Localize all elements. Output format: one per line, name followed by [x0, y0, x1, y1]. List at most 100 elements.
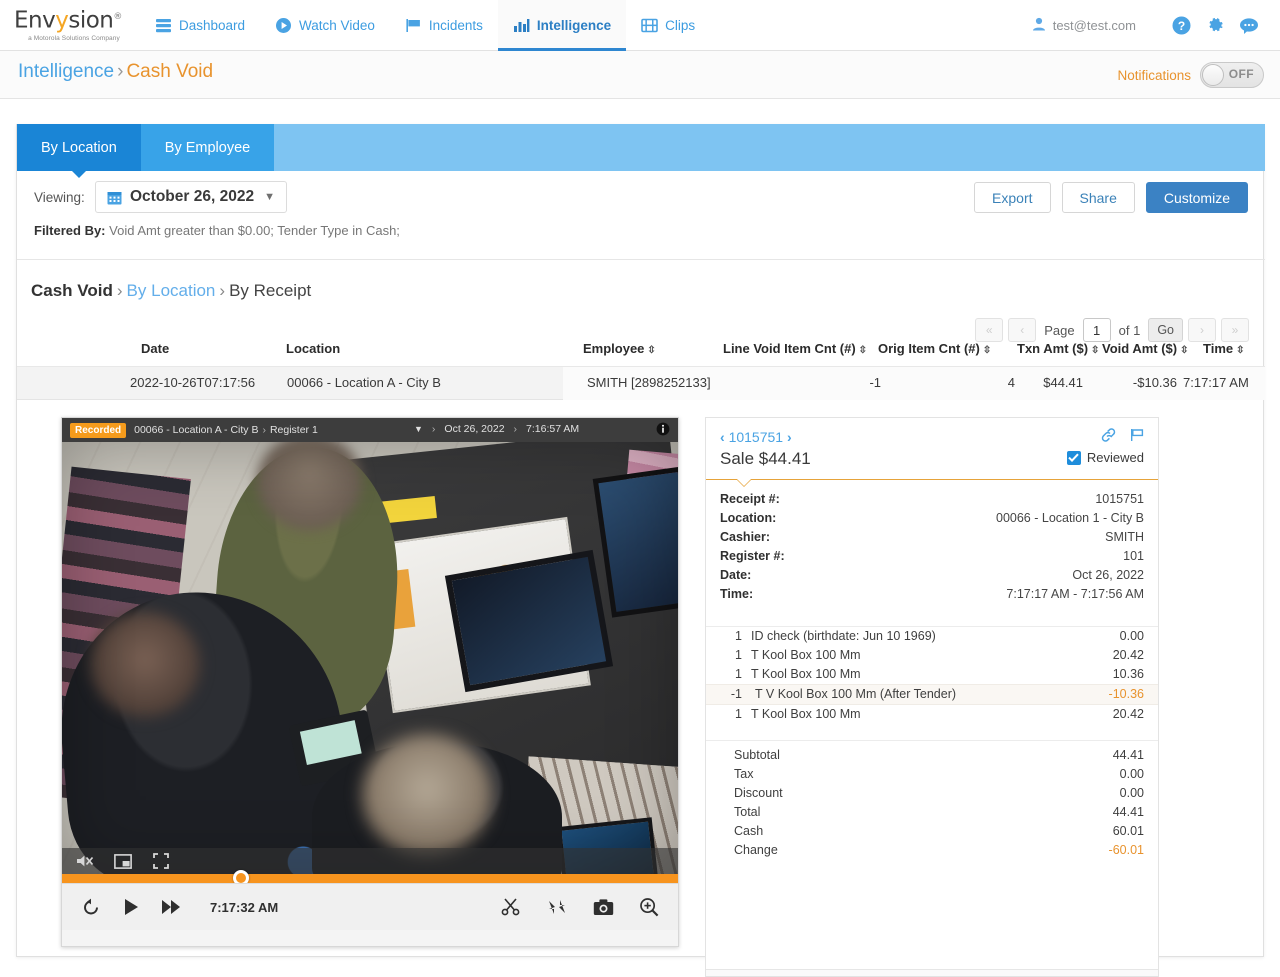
column-header-employee[interactable]: Employee ⇳ — [583, 341, 656, 356]
zoom-in-icon[interactable] — [636, 894, 662, 920]
line-qty: 1 — [735, 629, 742, 643]
reviewed-checkbox[interactable]: Reviewed — [1066, 450, 1144, 465]
pager-of-label: of 1 — [1118, 322, 1141, 338]
main-nav: Dashboard Watch Video Incidents Intellig… — [140, 0, 710, 51]
line-name: T Kool Box 100 Mm — [751, 667, 861, 681]
breadcrumb-bar: Intelligence › Cash Void Notifications OFF — [0, 51, 1280, 99]
nav-item-dashboard[interactable]: Dashboard — [140, 0, 260, 51]
link-icon[interactable] — [1101, 428, 1116, 445]
chat-icon[interactable] — [1232, 16, 1266, 36]
column-header-line-void-item-cnt[interactable]: Line Void Item Cnt (#) ⇳ — [723, 341, 867, 356]
total-label: Discount — [734, 786, 783, 800]
pager-next-button[interactable]: › — [1188, 318, 1216, 342]
column-header-time[interactable]: Time ⇳ — [1203, 341, 1245, 356]
gear-icon[interactable] — [1198, 16, 1232, 35]
scrubber-progress — [62, 874, 241, 883]
line-amount: 10.36 — [1112, 667, 1144, 681]
receipt-totals: Subtotal 44.41 Tax 0.00 Discount 0.00 Total… — [706, 740, 1158, 860]
scene-vignette — [62, 442, 678, 874]
video-timestamp-group[interactable]: ▼ › Oct 26, 2022 › 7:16:57 AM — [414, 423, 579, 435]
tab-by-employee[interactable]: By Employee — [140, 124, 275, 171]
meta-value: SMITH — [1105, 530, 1144, 544]
total-value: 44.41 — [1112, 748, 1144, 762]
results-table: Date Location Employee ⇳ Line Void Item C… — [17, 341, 1265, 400]
user-account[interactable]: test@test.com — [1032, 17, 1164, 34]
receipt-header-icons — [1101, 428, 1144, 445]
pager-first-button[interactable]: « — [975, 318, 1004, 342]
svg-text:?: ? — [1177, 19, 1184, 33]
picture-in-picture-icon[interactable] — [114, 852, 132, 870]
flag-icon[interactable] — [1130, 428, 1144, 445]
pager-page-input[interactable] — [1082, 318, 1111, 342]
chevron-right-icon[interactable]: › — [787, 429, 792, 445]
video-scrubber[interactable] — [62, 870, 678, 886]
nav-item-intelligence[interactable]: Intelligence — [497, 0, 627, 51]
date-picker[interactable]: October 26, 2022 ▼ — [95, 181, 287, 213]
table-row[interactable]: 2022-10-26T07:17:56 00066 - Location A -… — [17, 367, 1265, 400]
help-icon[interactable]: ? — [1164, 16, 1198, 35]
column-header-void-amt[interactable]: Void Amt ($) ⇳ — [1102, 341, 1189, 356]
meta-value: 101 — [1123, 549, 1144, 563]
meta-label: Location: — [720, 511, 777, 525]
total-value: 0.00 — [1119, 786, 1144, 800]
nav-item-incidents[interactable]: Incidents — [390, 0, 498, 51]
notifications-control: Notifications OFF — [1117, 62, 1264, 88]
customize-button[interactable]: Customize — [1145, 182, 1248, 213]
column-header-date[interactable]: Date — [141, 341, 169, 356]
nav-label: Watch Video — [299, 18, 375, 33]
pager-prev-button[interactable]: ‹ — [1008, 318, 1037, 342]
rewind-icon[interactable] — [78, 894, 104, 920]
column-header-orig-item-cnt[interactable]: Orig Item Cnt (#) ⇳ — [878, 341, 991, 356]
play-icon[interactable] — [118, 894, 144, 920]
table-header-row: Date Location Employee ⇳ Line Void Item C… — [17, 341, 1265, 367]
sort-icon: ⇳ — [858, 345, 868, 356]
report-breadcrumb-link[interactable]: By Location — [127, 281, 216, 300]
video-current-time: 7:17:32 AM — [210, 899, 279, 915]
film-icon — [641, 17, 658, 34]
line-qty: -1 — [730, 687, 742, 701]
meta-row: Register #: 101 — [720, 547, 1144, 566]
line-name: T V Kool Box 100 Mm (After Tender) — [755, 687, 957, 701]
meta-value: 7:17:17 AM - 7:17:56 AM — [1006, 587, 1144, 601]
meta-value: 1015751 — [1095, 492, 1144, 506]
line-item: 1 ID check (birthdate: Jun 10 1969) 0.00 — [706, 627, 1158, 646]
column-header-location[interactable]: Location — [286, 341, 340, 356]
chevron-down-icon: ▼ — [264, 191, 275, 203]
fast-forward-icon[interactable] — [158, 894, 184, 920]
logo-wordmark: Envysion® — [14, 7, 122, 34]
video-tools — [498, 894, 662, 920]
camera-icon[interactable] — [590, 894, 616, 920]
notifications-toggle[interactable]: OFF — [1200, 62, 1264, 88]
receipt-line-items: 1 ID check (birthdate: Jun 10 1969) 0.00… — [706, 626, 1158, 724]
share-button[interactable]: Share — [1061, 182, 1135, 213]
section-divider — [17, 259, 1265, 260]
app-logo[interactable]: Envysion® a Motorola Solutions Company — [14, 4, 134, 48]
nav-item-watch-video[interactable]: Watch Video — [260, 0, 390, 51]
video-frame[interactable] — [62, 442, 678, 874]
report-title: Cash Void — [31, 281, 113, 300]
chevron-left-icon[interactable]: ‹ — [720, 429, 725, 445]
user-email: test@test.com — [1052, 18, 1136, 33]
pager-last-button[interactable]: » — [1221, 318, 1249, 342]
cell-orig-item-cnt: 4 — [1007, 375, 1015, 390]
mute-icon[interactable] — [76, 852, 94, 870]
calendar-icon — [107, 190, 122, 205]
scissors-icon[interactable] — [498, 894, 524, 920]
pager-go-button[interactable]: Go — [1148, 318, 1183, 342]
cell-void-amt: -$10.36 — [1132, 375, 1177, 390]
collapse-icon[interactable] — [544, 894, 570, 920]
play-circle-icon — [275, 17, 292, 34]
info-icon[interactable] — [656, 422, 670, 439]
receipt-panel: ‹ 1015751 › Sale $44.41 Reviewed Receipt… — [705, 417, 1159, 977]
video-controls: 7:17:32 AM — [62, 883, 678, 930]
breadcrumb-link-intelligence[interactable]: Intelligence — [18, 61, 114, 82]
column-header-txn-amt[interactable]: Txn Amt ($) ⇳ — [1017, 341, 1099, 356]
tab-by-location[interactable]: By Location — [17, 124, 141, 178]
export-button[interactable]: Export — [974, 182, 1051, 213]
total-row: Subtotal 44.41 — [706, 746, 1158, 765]
surveillance-scene — [62, 442, 678, 874]
nav-item-clips[interactable]: Clips — [626, 0, 710, 51]
bar-chart-icon — [513, 17, 530, 34]
user-icon — [1032, 17, 1046, 34]
fullscreen-icon[interactable] — [152, 852, 170, 870]
